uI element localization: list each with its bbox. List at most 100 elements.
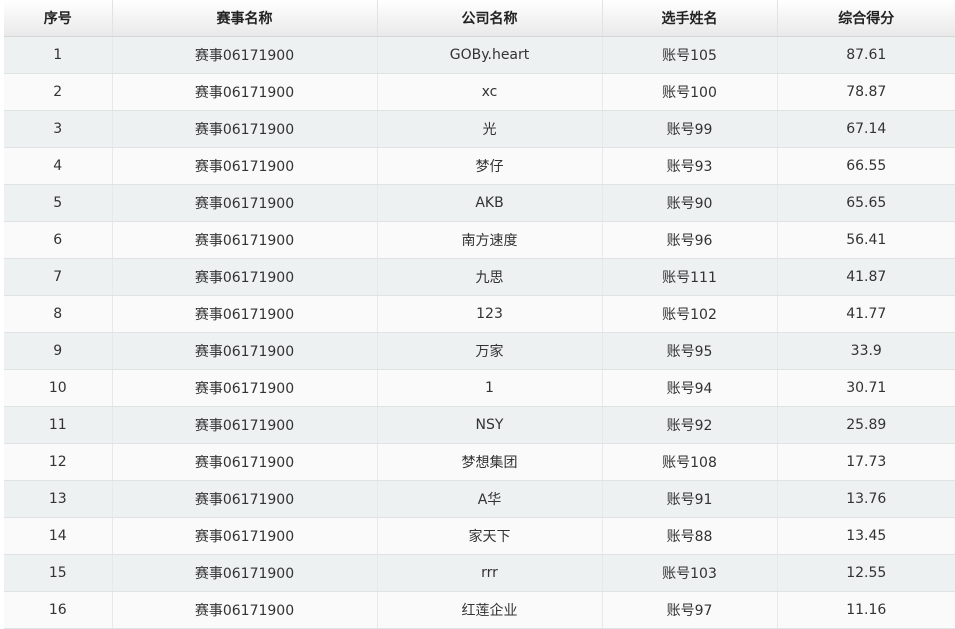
cell-index: 8 xyxy=(4,295,113,333)
cell-company-name: NSY xyxy=(377,406,603,444)
cell-event-name: 赛事06171900 xyxy=(112,480,378,518)
cell-player-name: 账号105 xyxy=(602,36,778,74)
table-row[interactable]: 16 赛事06171900 红莲企业 账号97 11.16 xyxy=(4,591,955,629)
column-header-event-name[interactable]: 赛事名称 xyxy=(112,0,378,37)
cell-index: 7 xyxy=(4,258,113,296)
cell-company-name: GOBy.heart xyxy=(377,36,603,74)
cell-event-name: 赛事06171900 xyxy=(112,221,378,259)
cell-event-name: 赛事06171900 xyxy=(112,258,378,296)
column-header-player-name[interactable]: 选手姓名 xyxy=(602,0,778,37)
cell-index: 13 xyxy=(4,480,113,518)
cell-company-name: 123 xyxy=(377,295,603,333)
cell-index: 9 xyxy=(4,332,113,370)
cell-index: 10 xyxy=(4,369,113,407)
cell-player-name: 账号100 xyxy=(602,73,778,111)
cell-event-name: 赛事06171900 xyxy=(112,295,378,333)
cell-event-name: 赛事06171900 xyxy=(112,184,378,222)
cell-player-name: 账号103 xyxy=(602,554,778,592)
cell-index: 5 xyxy=(4,184,113,222)
table-row[interactable]: 2 赛事06171900 xc 账号100 78.87 xyxy=(4,73,955,111)
cell-player-name: 账号90 xyxy=(602,184,778,222)
cell-company-name: 梦想集团 xyxy=(377,443,603,481)
cell-total-score: 12.55 xyxy=(777,554,955,592)
cell-company-name: xc xyxy=(377,73,603,111)
cell-event-name: 赛事06171900 xyxy=(112,517,378,555)
cell-index: 3 xyxy=(4,110,113,148)
cell-player-name: 账号91 xyxy=(602,480,778,518)
cell-company-name: 万家 xyxy=(377,332,603,370)
cell-event-name: 赛事06171900 xyxy=(112,554,378,592)
table-row[interactable]: 15 赛事06171900 rrr 账号103 12.55 xyxy=(4,554,955,592)
cell-player-name: 账号95 xyxy=(602,332,778,370)
cell-company-name: 九思 xyxy=(377,258,603,296)
table-row[interactable]: 9 赛事06171900 万家 账号95 33.9 xyxy=(4,332,955,370)
cell-event-name: 赛事06171900 xyxy=(112,443,378,481)
cell-company-name: 光 xyxy=(377,110,603,148)
cell-total-score: 87.61 xyxy=(777,36,955,74)
cell-event-name: 赛事06171900 xyxy=(112,591,378,629)
table-row[interactable]: 3 赛事06171900 光账号99 67.14 xyxy=(4,110,955,148)
table-row[interactable]: 11 赛事06171900 NSY 账号92 25.89 xyxy=(4,406,955,444)
cell-index: 12 xyxy=(4,443,113,481)
cell-company-name: AKB xyxy=(377,184,603,222)
column-header-company-name[interactable]: 公司名称 xyxy=(377,0,603,37)
cell-player-name: 账号99 xyxy=(602,110,778,148)
cell-player-name: 账号96 xyxy=(602,221,778,259)
cell-player-name: 账号108 xyxy=(602,443,778,481)
cell-index: 15 xyxy=(4,554,113,592)
table-row[interactable]: 5 赛事06171900 AKB 账号90 65.65 xyxy=(4,184,955,222)
cell-player-name: 账号93 xyxy=(602,147,778,185)
column-header-total-score[interactable]: 综合得分 xyxy=(777,0,955,37)
cell-event-name: 赛事06171900 xyxy=(112,369,378,407)
table-body: 1 赛事06171900 GOBy.heart 账号105 87.61 2 赛事061719… xyxy=(4,36,955,629)
cell-total-score: 11.16 xyxy=(777,591,955,629)
cell-index: 6 xyxy=(4,221,113,259)
ranking-table-container: 序号 赛事名称 公司名称 选手姓名 综合得分 1 赛事06171900 GOBy.h… xyxy=(4,0,955,629)
cell-company-name: A华 xyxy=(377,480,603,518)
cell-index: 14 xyxy=(4,517,113,555)
table-row[interactable]: 13 赛事06171900 A华 账号91 13.76 xyxy=(4,480,955,518)
table-row[interactable]: 7 赛事06171900 九思 账号111 41.87 xyxy=(4,258,955,296)
cell-player-name: 账号94 xyxy=(602,369,778,407)
cell-total-score: 65.65 xyxy=(777,184,955,222)
cell-company-name: 红莲企业 xyxy=(377,591,603,629)
cell-company-name: rrr xyxy=(377,554,603,592)
cell-index: 1 xyxy=(4,36,113,74)
cell-total-score: 13.45 xyxy=(777,517,955,555)
table-header: 序号 赛事名称 公司名称 选手姓名 综合得分 xyxy=(4,0,955,37)
cell-total-score: 13.76 xyxy=(777,480,955,518)
cell-event-name: 赛事06171900 xyxy=(112,73,378,111)
cell-event-name: 赛事06171900 xyxy=(112,147,378,185)
cell-company-name: 南方速度 xyxy=(377,221,603,259)
table-row[interactable]: 1 赛事06171900 GOBy.heart 账号105 87.61 xyxy=(4,36,955,74)
cell-company-name: 梦仔 xyxy=(377,147,603,185)
cell-event-name: 赛事06171900 xyxy=(112,110,378,148)
cell-company-name: 1 xyxy=(377,369,603,407)
cell-total-score: 30.71 xyxy=(777,369,955,407)
cell-index: 16 xyxy=(4,591,113,629)
cell-total-score: 66.55 xyxy=(777,147,955,185)
table-row[interactable]: 12 赛事06171900 梦想集团 账号108 17.73 xyxy=(4,443,955,481)
cell-index: 4 xyxy=(4,147,113,185)
cell-event-name: 赛事06171900 xyxy=(112,36,378,74)
table-row[interactable]: 8 赛事06171900 123 账号102 41.77 xyxy=(4,295,955,333)
cell-total-score: 56.41 xyxy=(777,221,955,259)
cell-total-score: 25.89 xyxy=(777,406,955,444)
column-header-index[interactable]: 序号 xyxy=(4,0,113,37)
cell-company-name: 家天下 xyxy=(377,517,603,555)
table-row[interactable]: 14 赛事06171900 家天下 账号88 13.45 xyxy=(4,517,955,555)
cell-total-score: 78.87 xyxy=(777,73,955,111)
cell-player-name: 账号92 xyxy=(602,406,778,444)
cell-player-name: 账号102 xyxy=(602,295,778,333)
cell-index: 11 xyxy=(4,406,113,444)
cell-player-name: 账号111 xyxy=(602,258,778,296)
cell-player-name: 账号97 xyxy=(602,591,778,629)
ranking-table: 序号 赛事名称 公司名称 选手姓名 综合得分 1 赛事06171900 GOBy.h… xyxy=(4,0,955,629)
cell-total-score: 17.73 xyxy=(777,443,955,481)
table-row[interactable]: 4 赛事06171900 梦仔 账号93 66.55 xyxy=(4,147,955,185)
cell-event-name: 赛事06171900 xyxy=(112,406,378,444)
table-row[interactable]: 6 赛事06171900 南方速度 账号96 56.41 xyxy=(4,221,955,259)
cell-total-score: 41.87 xyxy=(777,258,955,296)
cell-player-name: 账号88 xyxy=(602,517,778,555)
table-row[interactable]: 10 赛事06171900 1 账号94 30.71 xyxy=(4,369,955,407)
